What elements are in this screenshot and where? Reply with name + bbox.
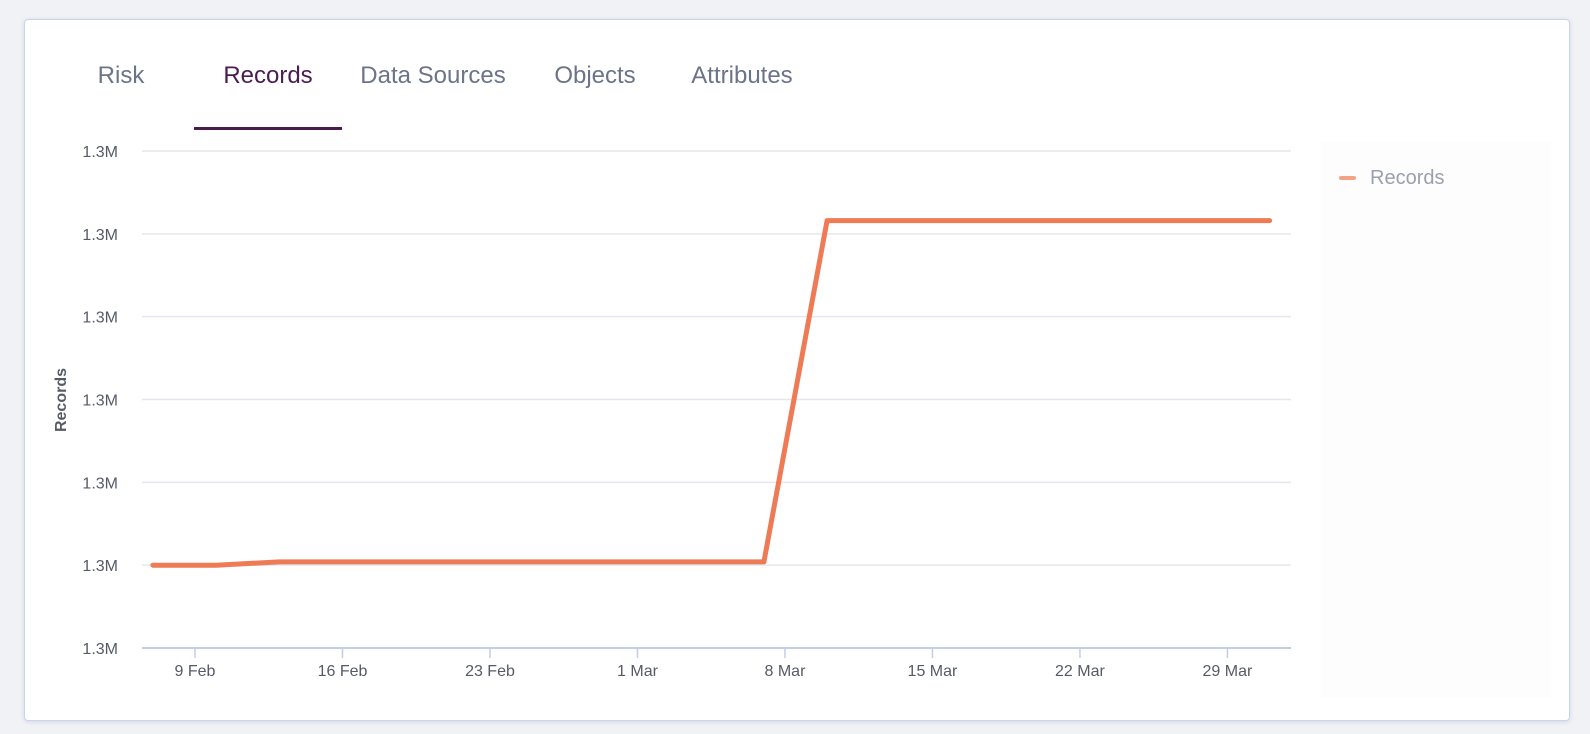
x-tick-label: 15 Mar	[908, 663, 958, 680]
series-layer	[150, 218, 1273, 568]
x-tick-label: 8 Mar	[765, 663, 807, 680]
y-tick-label: 1.3M	[82, 144, 118, 161]
y-axis-label: Records	[53, 368, 70, 432]
x-tick-label: 9 Feb	[175, 663, 216, 680]
x-tick-label: 16 Feb	[318, 663, 368, 680]
line-chart: 1.3M 1.3M 1.3M 1.3M 1.3M 1.3M 1.3M 9 Feb 16 Feb…	[53, 144, 1291, 680]
grid-layer	[142, 150, 1291, 566]
y-axis-ticks: 1.3M 1.3M 1.3M 1.3M 1.3M 1.3M 1.3M	[82, 144, 118, 658]
y-tick-label: 1.3M	[82, 227, 118, 244]
x-axis: 9 Feb 16 Feb 23 Feb 1 Mar 8 Mar 15 Mar 22 Mar 2…	[142, 647, 1291, 680]
legend-swatch	[1339, 176, 1356, 180]
chart-card: Risk Records Data Sources Objects Attrib…	[24, 19, 1570, 721]
x-tick-label: 22 Mar	[1055, 663, 1105, 680]
series-line-records	[150, 218, 1273, 568]
x-tick-label: 29 Mar	[1203, 663, 1253, 680]
x-tick-label: 23 Feb	[465, 663, 515, 680]
legend-panel: Records	[1321, 142, 1551, 697]
y-tick-label: 1.3M	[82, 558, 118, 575]
y-tick-label: 1.3M	[82, 393, 118, 410]
x-tick-label: 1 Mar	[617, 663, 659, 680]
y-tick-label: 1.3M	[82, 641, 118, 658]
legend-item-records[interactable]: Records	[1339, 166, 1444, 190]
y-tick-label: 1.3M	[82, 310, 118, 327]
y-tick-label: 1.3M	[82, 475, 118, 492]
legend-label: Records	[1370, 166, 1445, 189]
